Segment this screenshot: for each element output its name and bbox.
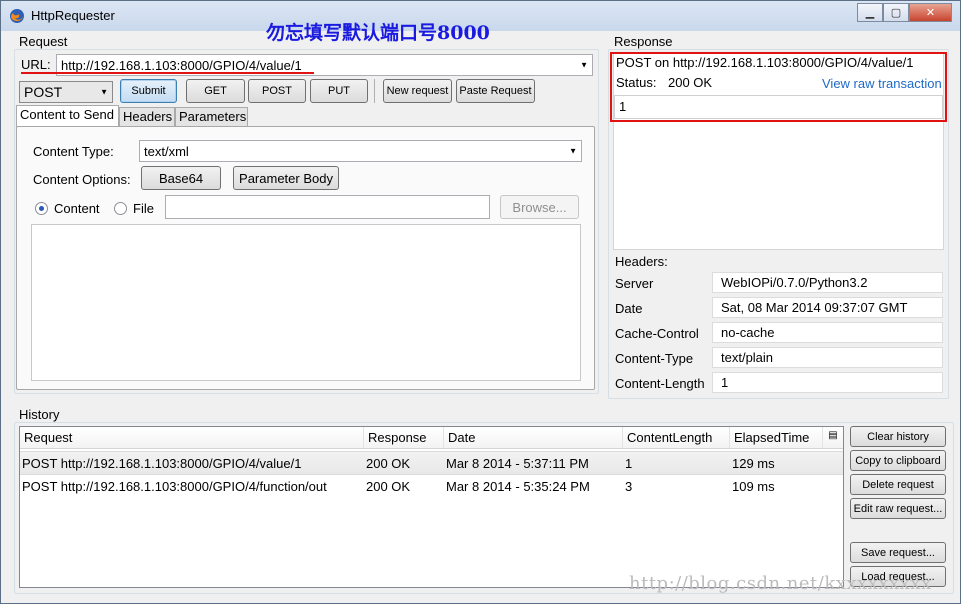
window-title: HttpRequester bbox=[31, 8, 115, 23]
column-header-response[interactable]: Response bbox=[364, 427, 444, 449]
column-header-content-length[interactable]: ContentLength bbox=[623, 427, 730, 449]
chevron-down-icon[interactable]: ▼ bbox=[569, 147, 577, 156]
row-response: 200 OK bbox=[366, 479, 411, 494]
edit-raw-request-button[interactable]: Edit raw request... bbox=[850, 498, 946, 519]
row-elapsed-time: 109 ms bbox=[732, 479, 775, 494]
copy-to-clipboard-button[interactable]: Copy to clipboard bbox=[850, 450, 946, 471]
base64-button[interactable]: Base64 bbox=[141, 166, 221, 190]
header-value-date: Sat, 08 Mar 2014 09:37:07 GMT bbox=[712, 297, 943, 318]
toolbar-divider bbox=[374, 79, 375, 103]
file-radio[interactable] bbox=[114, 202, 127, 215]
firefox-icon bbox=[10, 9, 24, 23]
content-body-textarea[interactable] bbox=[31, 224, 581, 381]
content-radio-label: Content bbox=[54, 201, 100, 216]
url-underline-annotation bbox=[21, 72, 314, 74]
get-button[interactable]: GET bbox=[186, 79, 245, 103]
history-group-label: History bbox=[19, 407, 60, 422]
paste-request-button[interactable]: Paste Request bbox=[456, 79, 535, 103]
header-value-content-type: text/plain bbox=[712, 347, 943, 368]
url-value: http://192.168.1.103:8000/GPIO/4/value/1 bbox=[61, 57, 302, 73]
request-group-label: Request bbox=[19, 34, 68, 49]
maximize-icon: ▢ bbox=[890, 7, 902, 19]
app-window: HttpRequester ▁ ▢ ✕ 勿忘填写默认端口号8000 Reques… bbox=[0, 0, 961, 604]
close-icon: ✕ bbox=[925, 7, 936, 19]
overlay-annotation: 勿忘填写默认端口号8000 bbox=[266, 22, 490, 44]
tab-headers[interactable]: Headers bbox=[119, 107, 175, 127]
maximize-button[interactable]: ▢ bbox=[883, 3, 909, 22]
content-options-label: Content Options: bbox=[33, 172, 131, 187]
method-value: POST bbox=[24, 84, 63, 100]
caption-buttons: ▁ ▢ ✕ bbox=[857, 3, 952, 22]
response-group-label: Response bbox=[614, 34, 673, 49]
header-value-server: WebIOPi/0.7.0/Python3.2 bbox=[712, 272, 943, 293]
row-response: 200 OK bbox=[366, 456, 411, 471]
new-request-button[interactable]: New request bbox=[383, 79, 452, 103]
content-radio[interactable] bbox=[35, 202, 48, 215]
tab-content-to-send[interactable]: Content to Send bbox=[16, 105, 119, 127]
close-button[interactable]: ✕ bbox=[909, 3, 952, 22]
header-name-content-length: Content-Length bbox=[615, 376, 705, 391]
delete-request-button[interactable]: Delete request bbox=[850, 474, 946, 495]
chevron-down-icon[interactable]: ▼ bbox=[580, 61, 588, 70]
file-path-input[interactable] bbox=[165, 195, 490, 219]
column-header-elapsed-time[interactable]: ElapsedTime bbox=[730, 427, 823, 449]
method-select[interactable]: POST ▼ bbox=[19, 81, 113, 103]
column-header-request[interactable]: Request bbox=[20, 427, 364, 449]
content-type-select[interactable]: text/xml ▼ bbox=[139, 140, 582, 162]
post-button[interactable]: POST bbox=[248, 79, 306, 103]
header-name-server: Server bbox=[615, 276, 654, 291]
headers-label: Headers: bbox=[615, 254, 668, 269]
header-name-cache-control: Cache-Control bbox=[615, 326, 699, 341]
chevron-down-icon[interactable]: ▼ bbox=[100, 88, 108, 97]
column-chooser-icon[interactable]: ▤ bbox=[823, 427, 843, 449]
content-type-value: text/xml bbox=[144, 143, 189, 159]
row-date: Mar 8 2014 - 5:37:11 PM bbox=[446, 456, 589, 471]
url-label: URL: bbox=[21, 57, 51, 72]
row-request: POST http://192.168.1.103:8000/GPIO/4/fu… bbox=[22, 479, 327, 494]
file-radio-label: File bbox=[133, 201, 154, 216]
header-value-content-length: 1 bbox=[712, 372, 943, 393]
table-row[interactable]: POST http://192.168.1.103:8000/GPIO/4/va… bbox=[20, 451, 843, 475]
content-type-label: Content Type: bbox=[33, 144, 114, 159]
parameter-body-button[interactable]: Parameter Body bbox=[233, 166, 339, 190]
header-name-date: Date bbox=[615, 301, 643, 316]
header-value-cache-control: no-cache bbox=[712, 322, 943, 343]
column-header-date[interactable]: Date bbox=[444, 427, 623, 449]
minimize-button[interactable]: ▁ bbox=[857, 3, 883, 22]
clear-history-button[interactable]: Clear history bbox=[850, 426, 946, 447]
browse-button[interactable]: Browse... bbox=[500, 195, 579, 219]
row-content-length: 1 bbox=[625, 456, 633, 471]
row-elapsed-time: 129 ms bbox=[732, 456, 775, 471]
tab-parameters[interactable]: Parameters bbox=[175, 107, 248, 127]
row-content-length: 3 bbox=[625, 479, 633, 494]
watermark: http://blog.csdn.net/kxxxxxxxxx bbox=[629, 573, 932, 594]
history-table[interactable]: Request Response Date ContentLength Elap… bbox=[19, 426, 844, 588]
response-highlight-annotation bbox=[610, 52, 947, 122]
put-button[interactable]: PUT bbox=[310, 79, 368, 103]
row-request: POST http://192.168.1.103:8000/GPIO/4/va… bbox=[22, 456, 302, 471]
minimize-icon: ▁ bbox=[865, 7, 875, 19]
row-date: Mar 8 2014 - 5:35:24 PM bbox=[446, 479, 590, 494]
save-request-button[interactable]: Save request... bbox=[850, 542, 946, 563]
header-name-content-type: Content-Type bbox=[615, 351, 694, 366]
table-row[interactable]: POST http://192.168.1.103:8000/GPIO/4/fu… bbox=[20, 475, 843, 499]
submit-button[interactable]: Submit bbox=[120, 79, 177, 103]
